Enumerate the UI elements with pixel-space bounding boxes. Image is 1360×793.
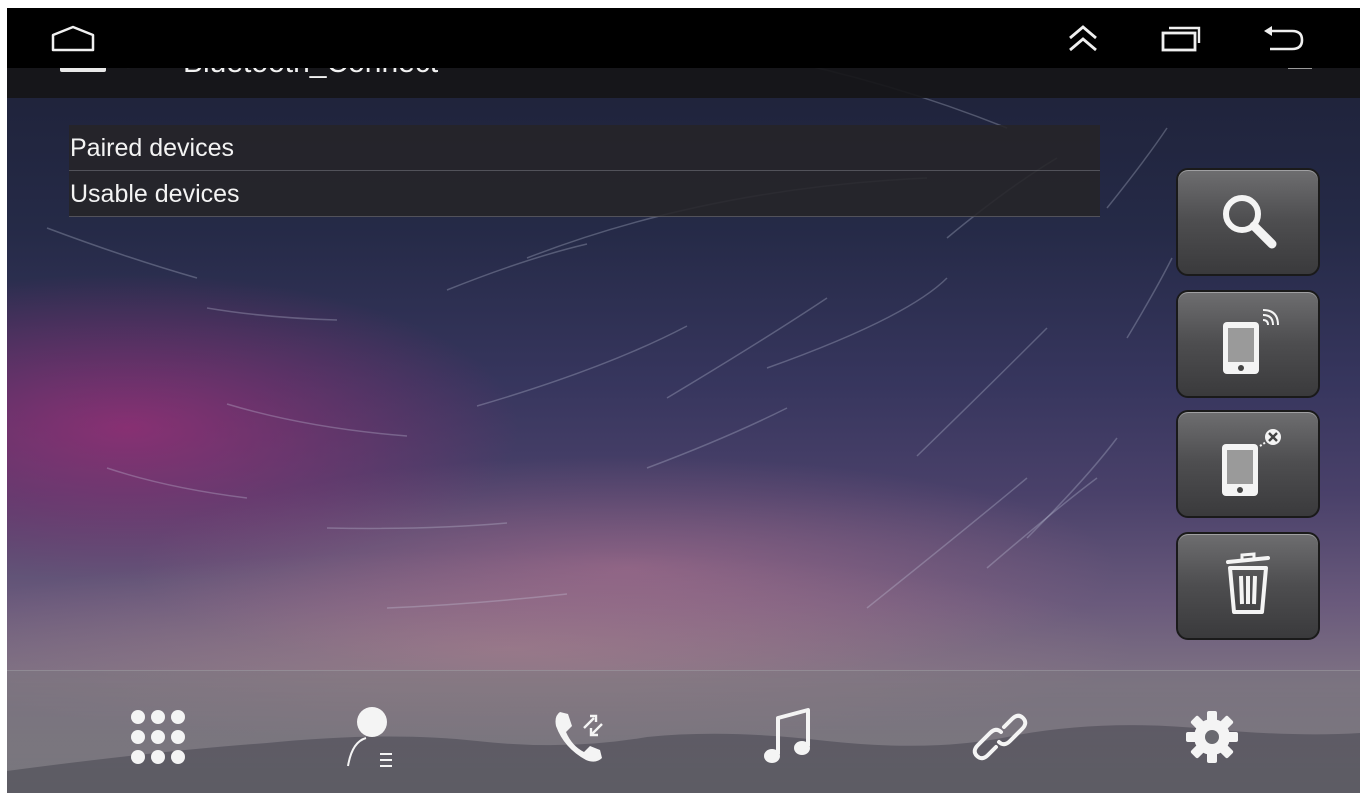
double-chevron-up-icon[interactable] [1059,20,1107,56]
connect-phone-button[interactable] [1176,290,1320,398]
system-status-bar [7,8,1360,68]
call-log-button[interactable] [535,701,625,777]
music-button[interactable] [743,701,833,777]
menu-icon[interactable] [60,68,106,72]
delete-device-button[interactable] [1176,532,1320,640]
connection-button[interactable] [955,701,1045,777]
recent-apps-icon[interactable] [1157,20,1205,56]
gear-icon [1182,707,1242,771]
trash-icon [1220,552,1276,620]
phone-signal-icon [1213,306,1283,382]
dialpad-icon [128,707,188,771]
app-title: Bluetooth_Connect [183,68,438,80]
call-log-icon [550,706,610,772]
mountain-silhouette [7,725,1360,793]
search-devices-button[interactable] [1176,168,1320,276]
bluetooth-screen: Bluetooth_Connect Paired devices Usable … [0,0,1360,793]
settings-button[interactable] [1167,701,1257,777]
home-outline-icon[interactable] [49,20,97,56]
overflow-menu-icon[interactable] [1288,68,1312,69]
magnifier-icon [1216,188,1280,256]
contacts-button[interactable] [327,701,417,777]
link-icon [970,707,1030,771]
bottom-navigation-bar [7,670,1360,793]
app-title-bar: Bluetooth_Connect [7,68,1360,98]
dialpad-button[interactable] [113,701,203,777]
disconnect-phone-button[interactable] [1176,410,1320,518]
device-list: Paired devices Usable devices [69,125,1100,217]
phone-x-icon [1212,426,1284,502]
paired-devices-row[interactable]: Paired devices [69,125,1100,171]
usable-devices-row[interactable]: Usable devices [69,171,1100,217]
back-arrow-icon[interactable] [1259,20,1307,56]
contacts-icon [342,704,402,774]
music-note-icon [760,706,816,772]
